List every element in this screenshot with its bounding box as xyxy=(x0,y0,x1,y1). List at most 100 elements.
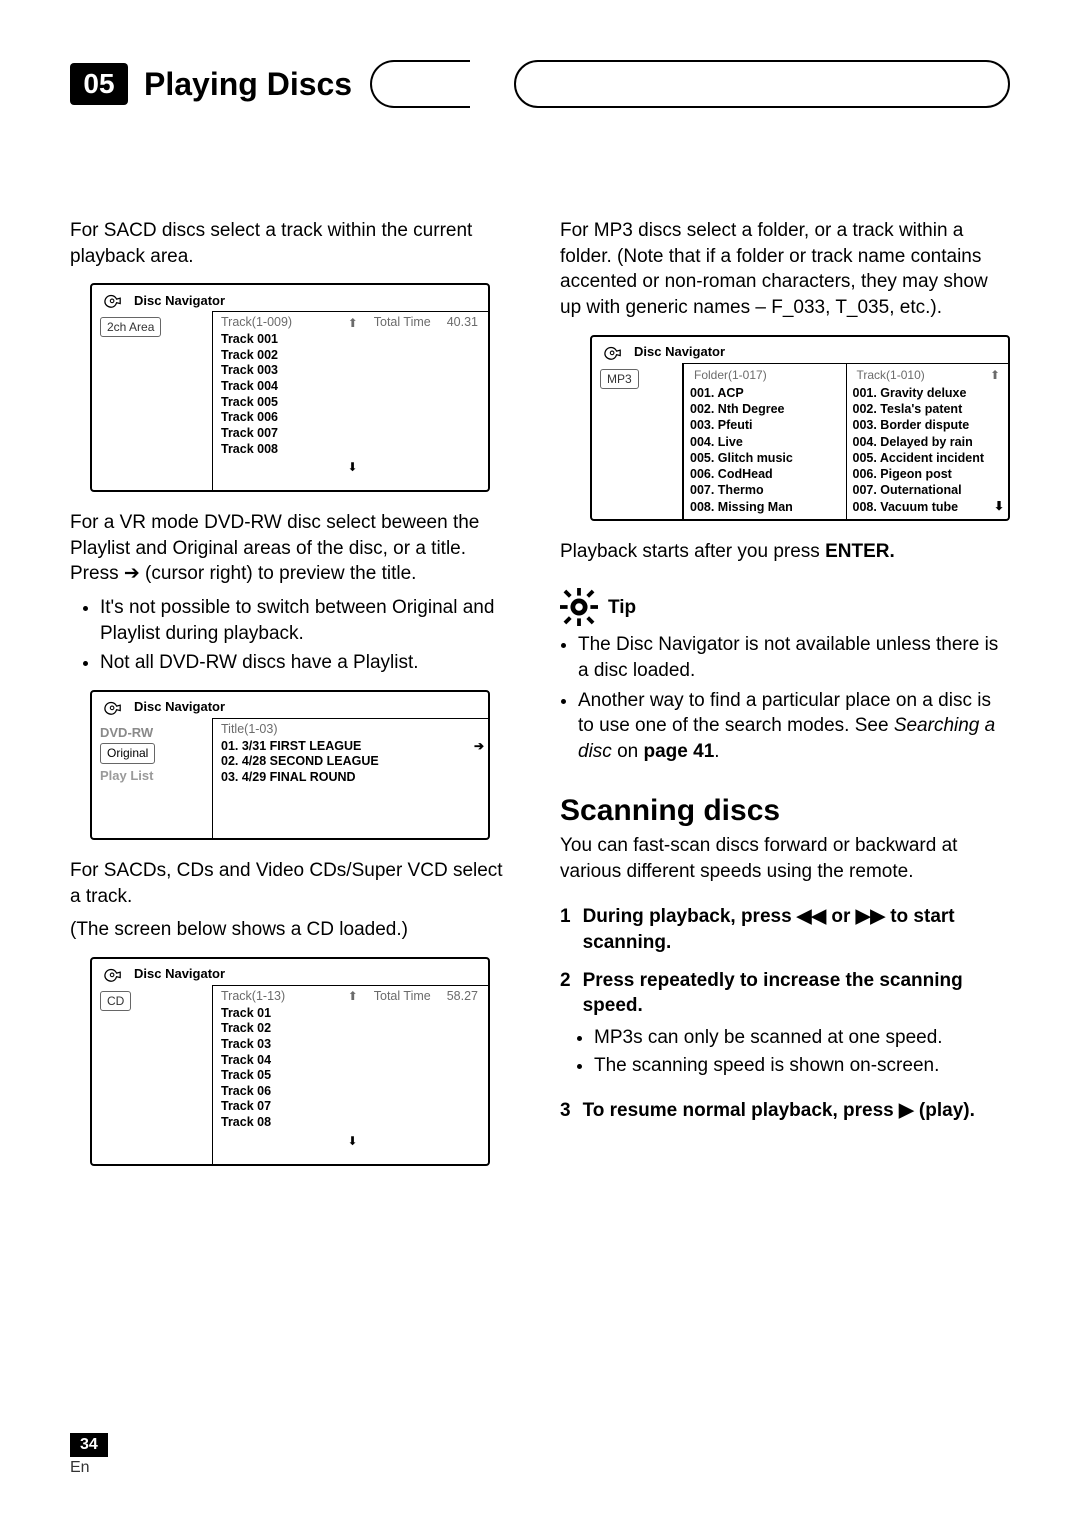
arrow-up-icon: ⬆ xyxy=(348,988,358,1004)
section-number: 05 xyxy=(70,63,128,105)
total-time-value: 40.31 xyxy=(447,314,478,331)
total-time-label: Total Time xyxy=(374,314,431,331)
hand-icon xyxy=(602,343,624,361)
hand-icon xyxy=(102,698,124,716)
track-item: Track 08 xyxy=(221,1115,484,1131)
folder-range: Folder(1-017) xyxy=(694,367,767,383)
track-list: Track 001 Track 002 Track 003 Track 004 … xyxy=(221,332,484,457)
hand-icon xyxy=(102,291,124,309)
track-item: Track 04 xyxy=(221,1053,484,1069)
sub-item: The scanning speed is shown on-screen. xyxy=(594,1053,1010,1079)
bullet-item: It's not possible to switch between Orig… xyxy=(100,595,508,646)
folder-item: 005. Glitch music xyxy=(690,450,842,466)
sub-item: MP3s can only be scanned at one speed. xyxy=(594,1025,1010,1051)
section-title: Playing Discs xyxy=(144,66,352,103)
osd-title: Disc Navigator xyxy=(134,292,225,310)
para-mp3: For MP3 discs select a folder, or a trac… xyxy=(560,218,1010,321)
right-column: For MP3 discs select a folder, or a trac… xyxy=(560,218,1010,1184)
track-item: 003. Border dispute xyxy=(853,417,1005,433)
step2-sub: MP3s can only be scanned at one speed. T… xyxy=(594,1025,1010,1078)
title-item: 03. 4/29 FINAL ROUND xyxy=(221,770,484,786)
track-range: Track(1-010) xyxy=(857,367,925,383)
tip-label: Tip xyxy=(608,595,636,621)
left-column: For SACD discs select a track within the… xyxy=(70,218,508,1184)
track-item: Track 07 xyxy=(221,1099,484,1115)
section-header: 05 Playing Discs xyxy=(70,63,352,105)
hand-icon xyxy=(102,965,124,983)
track-item: 004. Delayed by rain xyxy=(853,434,1005,450)
folder-item: 003. Pfeuti xyxy=(690,417,842,433)
bullet-list-dvdrw: It's not possible to switch between Orig… xyxy=(100,595,508,676)
total-time-label: Total Time xyxy=(374,988,431,1005)
tip-heading: Tip xyxy=(560,588,1010,626)
track-range: Track(1-13) xyxy=(221,988,332,1005)
osd-sacd: Disc Navigator 2ch Area Track(1-009) ⬆ T… xyxy=(90,283,490,492)
page-footer: 34 En xyxy=(70,1433,108,1477)
track-item: Track 001 xyxy=(221,332,484,348)
folder-item: 001. ACP xyxy=(690,385,842,401)
track-item: Track 006 xyxy=(221,410,484,426)
side-playlist: Play List xyxy=(100,767,204,785)
para-cd: For SACDs, CDs and Video CDs/Super VCD s… xyxy=(70,858,508,909)
gear-icon xyxy=(560,588,598,626)
folder-list: 001. ACP 002. Nth Degree 003. Pfeuti 004… xyxy=(690,385,842,515)
steps-list: During playback, press ◀◀ or ▶▶ to start… xyxy=(560,904,1010,1019)
mp3-track-list: 001. Gravity deluxe 002. Tesla's patent … xyxy=(853,385,1005,515)
tip-item: Another way to find a particular place o… xyxy=(578,688,1010,765)
folder-item: 006. CodHead xyxy=(690,466,842,482)
side-original: Original xyxy=(100,743,155,763)
track-item: Track 02 xyxy=(221,1021,484,1037)
folder-item: 007. Thermo xyxy=(690,482,842,498)
track-range: Track(1-009) xyxy=(221,314,332,331)
track-item: Track 007 xyxy=(221,426,484,442)
page-header: 05 Playing Discs xyxy=(70,60,1010,108)
track-item: 005. Accident incident xyxy=(853,450,1005,466)
track-item: Track 05 xyxy=(221,1068,484,1084)
track-item: Track 03 xyxy=(221,1037,484,1053)
title-item: 02. 4/28 SECOND LEAGUE xyxy=(221,754,484,770)
heading-scanning: Scanning discs xyxy=(560,791,1010,832)
osd-dvdrw: Disc Navigator DVD-RW Original Play List… xyxy=(90,690,490,840)
manual-page: 05 Playing Discs For SACD discs select a… xyxy=(0,0,1080,1529)
osd-title: Disc Navigator xyxy=(634,343,725,361)
osd-area-chip: 2ch Area xyxy=(100,317,161,337)
para-cd-note: (The screen below shows a CD loaded.) xyxy=(70,917,508,943)
arrow-up-icon: ⬆ xyxy=(348,315,358,331)
track-item: Track 005 xyxy=(221,395,484,411)
side-dvdrw: DVD-RW xyxy=(100,724,204,742)
folder-item: 002. Nth Degree xyxy=(690,401,842,417)
arrow-down-icon: ⬇ xyxy=(347,1134,357,1148)
para-dvdrw: For a VR mode DVD-RW disc select beween … xyxy=(70,510,508,587)
step-1: During playback, press ◀◀ or ▶▶ to start… xyxy=(560,904,1010,955)
track-item: Track 01 xyxy=(221,1006,484,1022)
osd-mp3: Disc Navigator MP3 Folder(1-017) 001. AC… xyxy=(590,335,1010,521)
title-range: Title(1-03) xyxy=(221,721,478,738)
folder-item: 008. Missing Man xyxy=(690,499,842,515)
arrow-down-icon: ⬇ xyxy=(994,499,1004,515)
title-item: 01. 3/31 FIRST LEAGUE xyxy=(221,739,361,755)
page-number: 34 xyxy=(70,1433,108,1457)
track-item: Track 06 xyxy=(221,1084,484,1100)
osd-cd: Disc Navigator CD Track(1-13) ⬆ Total Ti… xyxy=(90,957,490,1166)
track-item: 008. Vacuum tube xyxy=(853,499,959,515)
osd-title: Disc Navigator xyxy=(134,965,225,983)
track-item: 007. Outernational xyxy=(853,482,1005,498)
title-list: 01. 3/31 FIRST LEAGUE ➔ 02. 4/28 SECOND … xyxy=(221,739,484,786)
para-enter: Playback starts after you press ENTER. xyxy=(560,539,1010,565)
arrow-down-icon: ⬇ xyxy=(347,460,357,474)
track-item: Track 004 xyxy=(221,379,484,395)
arrow-right-icon: ➔ xyxy=(474,739,484,755)
step-2: Press repeatedly to increase the scannin… xyxy=(560,968,1010,1019)
para-scanning: You can fast-scan discs forward or backw… xyxy=(560,833,1010,884)
track-item: 006. Pigeon post xyxy=(853,466,1005,482)
osd-title: Disc Navigator xyxy=(134,698,225,716)
steps-list-cont: To resume normal playback, press ▶ (play… xyxy=(560,1098,1010,1124)
header-pill-left xyxy=(370,60,470,108)
header-pill-right xyxy=(514,60,1010,108)
osd-mp3-chip: MP3 xyxy=(600,369,639,389)
track-list: Track 01 Track 02 Track 03 Track 04 Trac… xyxy=(221,1006,484,1131)
track-item: Track 003 xyxy=(221,363,484,379)
tip-item: The Disc Navigator is not available unle… xyxy=(578,632,1010,683)
track-item: 002. Tesla's patent xyxy=(853,401,1005,417)
para-sacd: For SACD discs select a track within the… xyxy=(70,218,508,269)
